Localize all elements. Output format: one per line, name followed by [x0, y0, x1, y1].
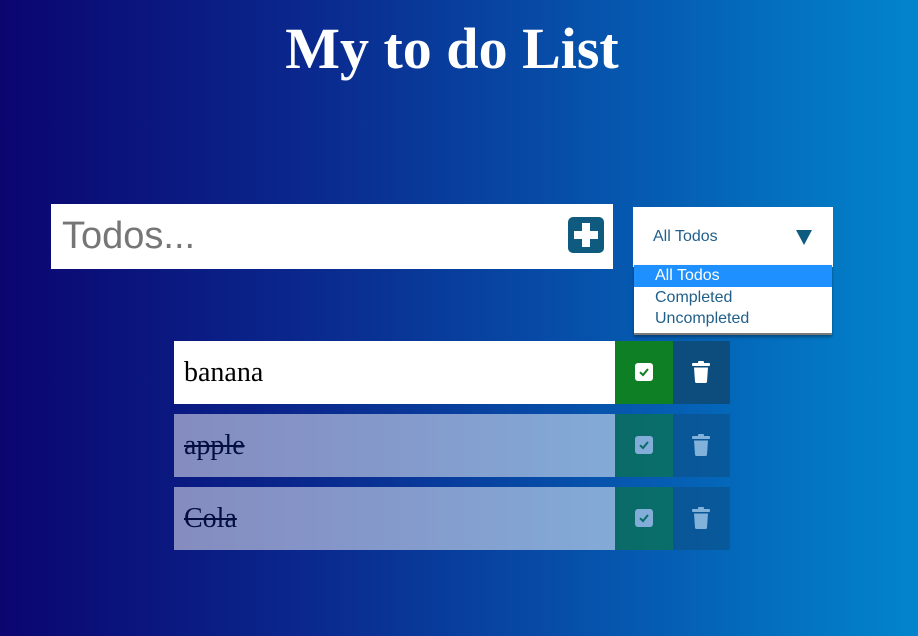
caret-down-icon: [796, 230, 812, 245]
filter-option-uncompleted[interactable]: Uncompleted: [634, 308, 832, 330]
delete-button[interactable]: [673, 341, 730, 404]
complete-button[interactable]: [615, 487, 673, 550]
trash-icon: [692, 507, 710, 529]
trash-icon: [692, 361, 710, 383]
todo-item-text: Cola: [184, 503, 237, 534]
todo-input-container: [51, 204, 613, 269]
filter-select[interactable]: All Todos: [633, 207, 833, 267]
filter-selected-value: All Todos: [653, 228, 718, 245]
todo-item: banana: [174, 341, 730, 404]
complete-button[interactable]: [615, 341, 673, 404]
check-square-icon: [635, 363, 653, 381]
todo-item-text: apple: [184, 430, 245, 461]
complete-button[interactable]: [615, 414, 673, 477]
todo-item-text-box: Cola: [174, 487, 615, 550]
page-title: My to do List: [285, 16, 619, 81]
check-square-icon: [635, 509, 653, 527]
filter-dropdown: All Todos Completed Uncompleted: [634, 265, 832, 335]
todo-item-text-box: banana: [174, 341, 615, 404]
trash-icon: [692, 434, 710, 456]
delete-button[interactable]: [673, 487, 730, 550]
add-todo-button[interactable]: [568, 217, 604, 253]
check-square-icon: [635, 436, 653, 454]
todo-input[interactable]: [51, 204, 556, 269]
filter-option-completed[interactable]: Completed: [634, 287, 832, 309]
filter-option-all[interactable]: All Todos: [634, 265, 832, 287]
todo-item: Cola: [174, 487, 730, 550]
todo-item-text-box: apple: [174, 414, 615, 477]
todo-item: apple: [174, 414, 730, 477]
delete-button[interactable]: [673, 414, 730, 477]
todo-item-text: banana: [184, 357, 264, 388]
